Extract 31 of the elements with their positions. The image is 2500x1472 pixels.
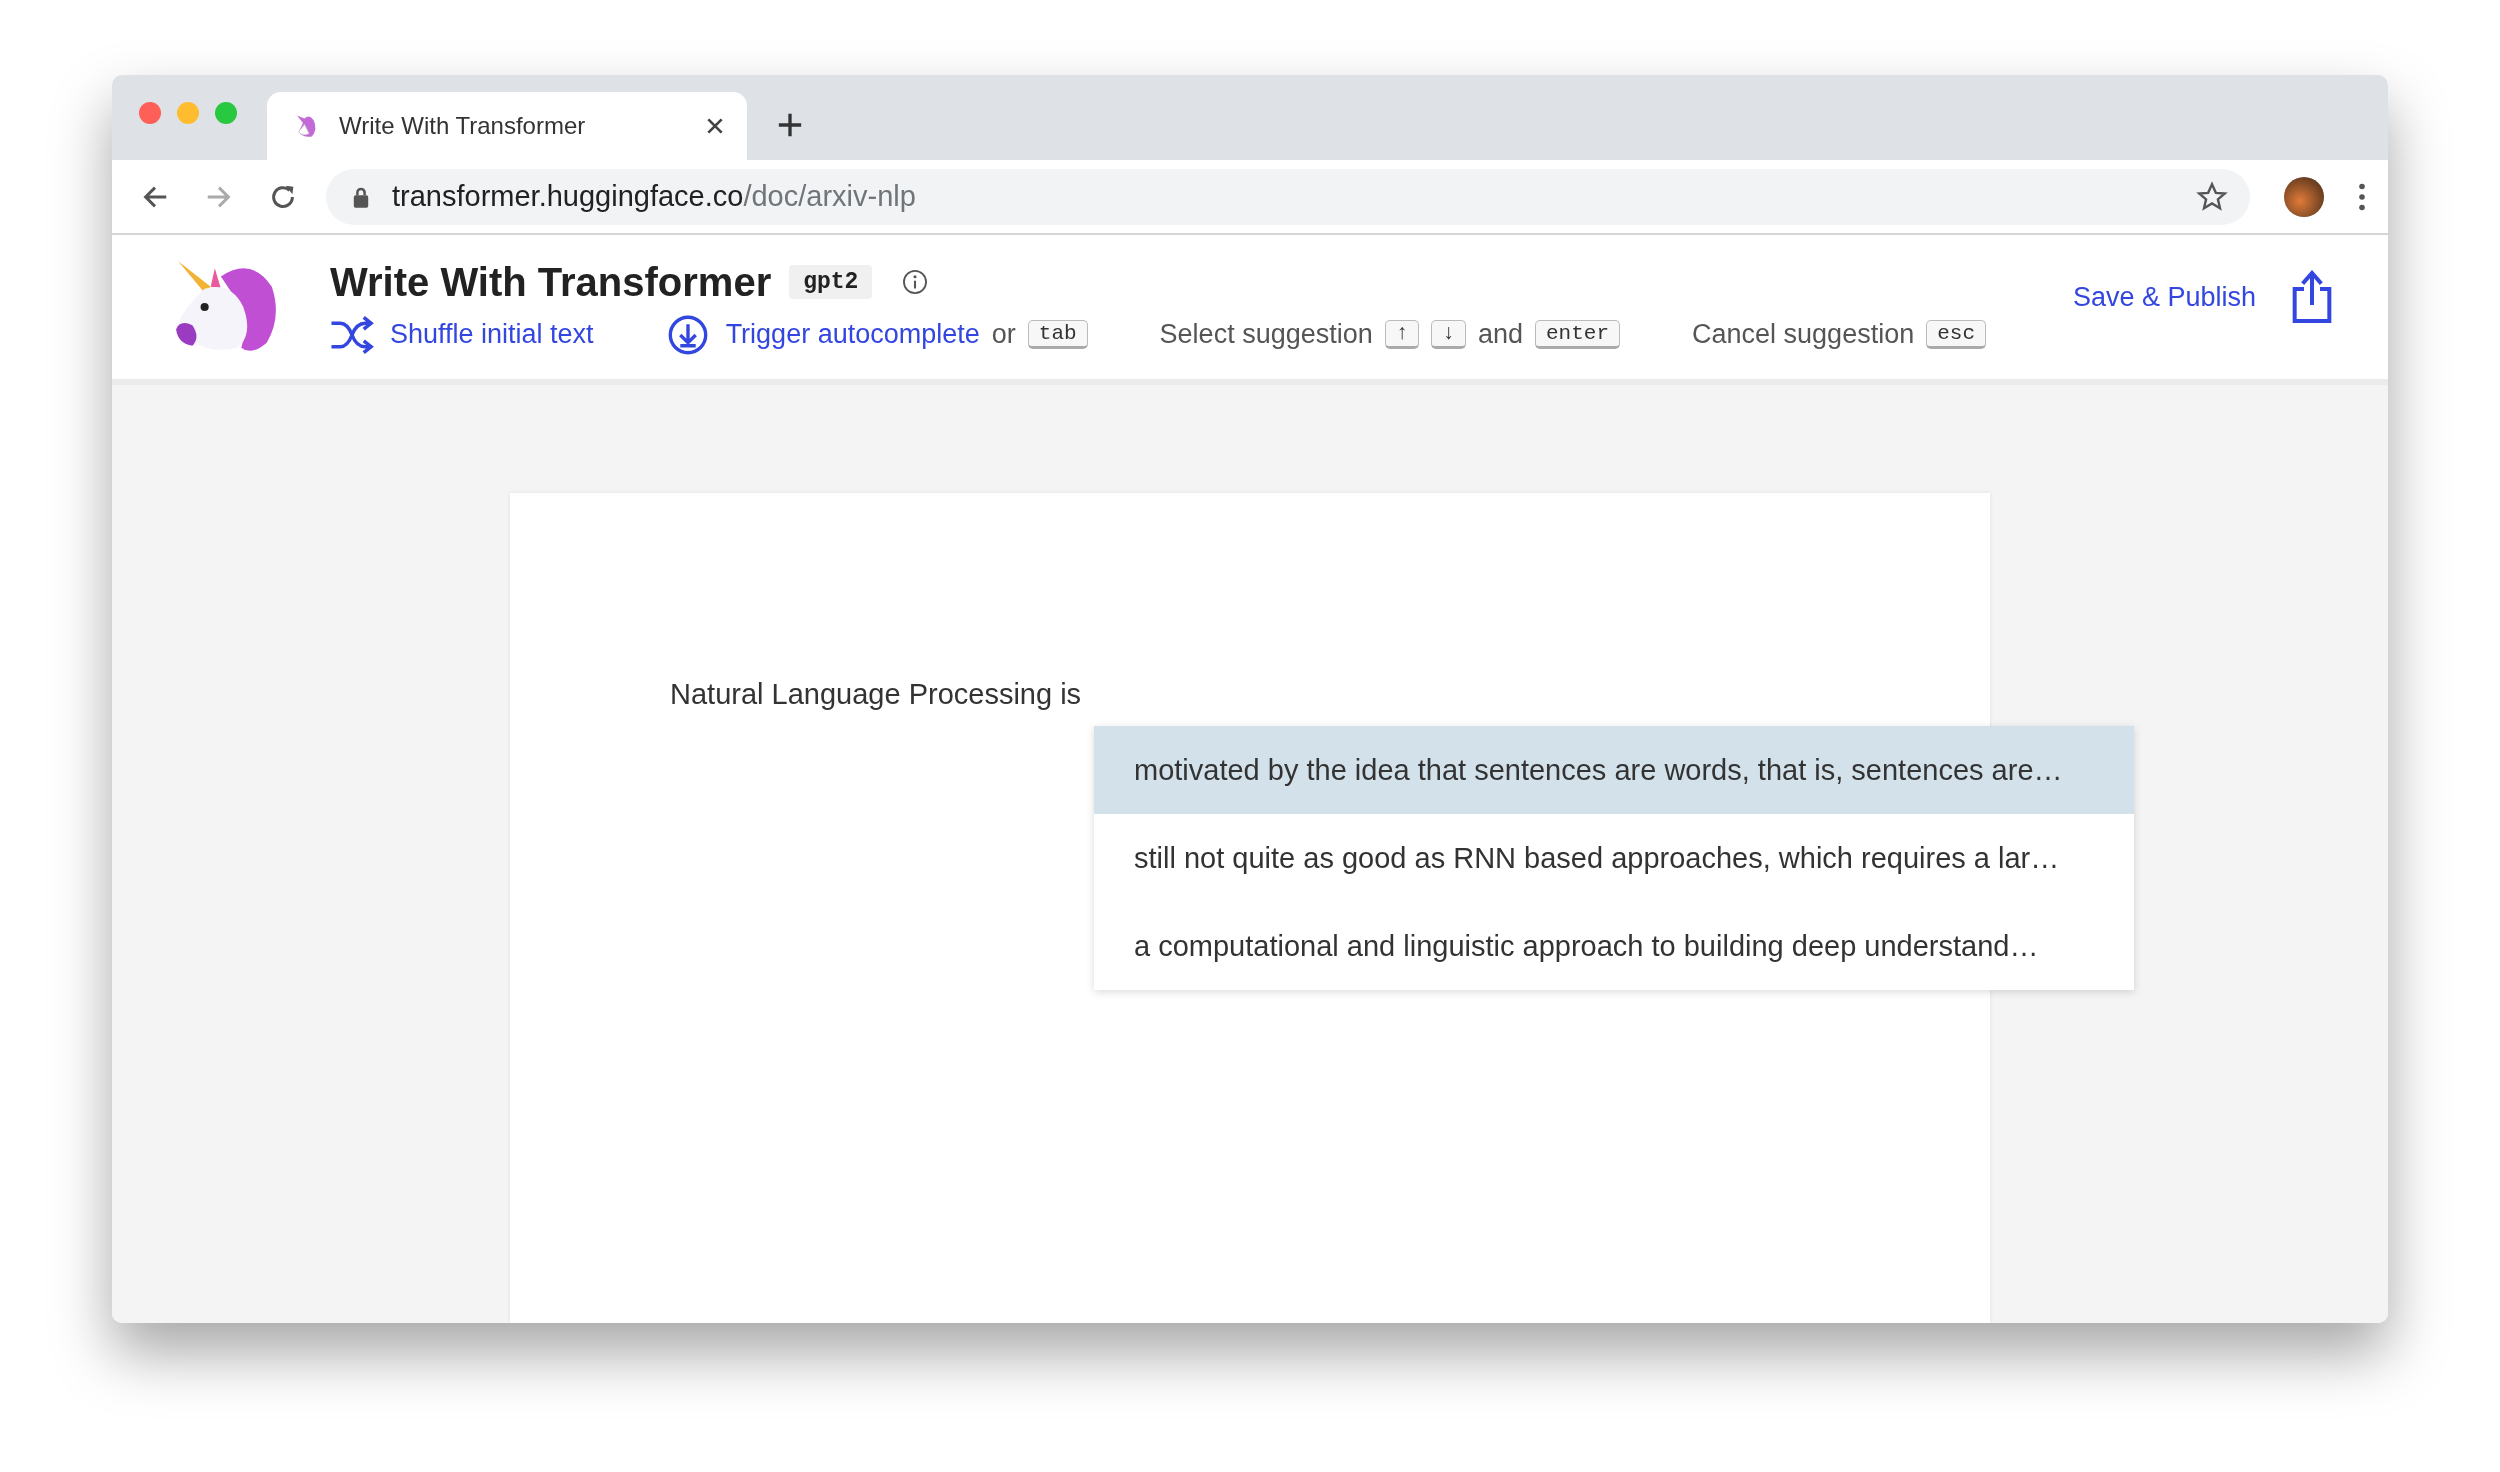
hint-text: and [1477,319,1523,350]
shuffle-icon [330,314,374,355]
suggestion-item[interactable]: still not quite as good as RNN based approaches, which requires a lar… [1094,814,2134,902]
model-badge: gpt2 [789,265,873,299]
lock-icon [352,185,370,208]
browser-tab[interactable]: Write With Transformer [267,92,747,160]
suggestion-item[interactable]: motivated by the idea that sentences are words, that is, sentences are… [1094,726,2134,814]
keyboard-key: esc [1926,320,1986,349]
new-tab-icon[interactable] [777,112,803,138]
close-icon[interactable] [705,116,725,136]
address-bar[interactable]: transformer.huggingface.co/doc/arxiv-nlp [326,168,2250,225]
keyboard-key: enter [1535,320,1621,349]
bookmark-star-icon[interactable] [2196,180,2228,213]
hint-text: or [991,319,1016,350]
app-title: Write With Transformer [330,259,772,305]
keyboard-key: ↑ [1384,320,1420,349]
profile-avatar[interactable] [2284,176,2324,217]
toolbar-link[interactable]: Trigger autocomplete [665,314,980,355]
info-icon[interactable] [902,269,929,295]
hint-text: Cancel suggestion [1692,319,1915,350]
keyboard-key: ↓ [1431,320,1466,349]
hint-text: Select suggestion [1159,319,1373,350]
toolbar-link[interactable]: Shuffle initial text [330,314,594,355]
keyboard-key: tab [1027,320,1088,349]
menu-icon[interactable] [2358,182,2366,211]
suggestion-item[interactable]: a computational and linguistic approach to building deep understand… [1094,902,2134,990]
save-publish-link[interactable]: Save & Publish [2072,281,2256,313]
url-text: transformer.huggingface.co/doc/arxiv-nlp [392,180,917,213]
tab-title: Write With Transformer [339,112,587,140]
document-text[interactable]: Natural Language Processing is [670,678,1082,710]
share-icon[interactable] [2292,270,2332,324]
